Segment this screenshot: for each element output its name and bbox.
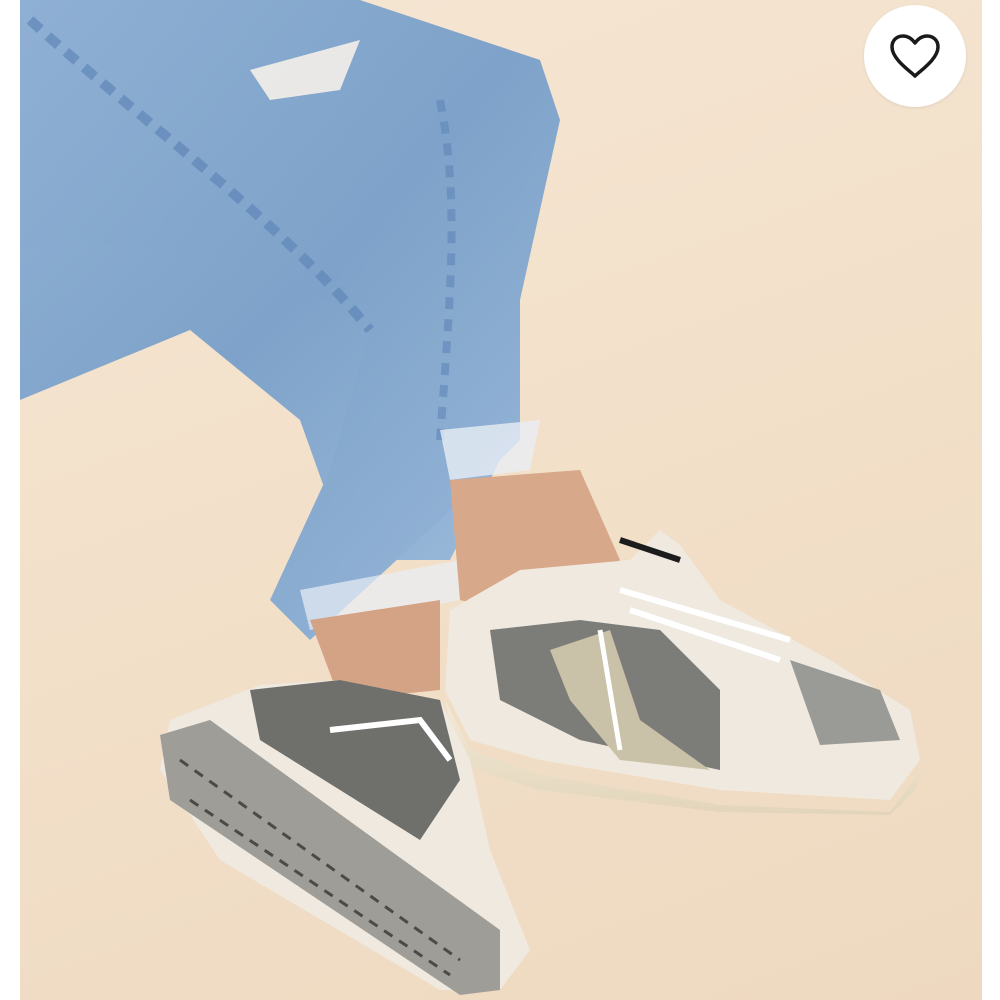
sneaker-right [445, 530, 922, 815]
right-edge [982, 0, 1000, 1000]
product-photo-illustration [20, 0, 922, 995]
favorite-button[interactable] [864, 5, 966, 107]
heart-outline-icon [890, 34, 940, 78]
product-image [20, 0, 982, 1000]
left-edge [0, 0, 20, 1000]
